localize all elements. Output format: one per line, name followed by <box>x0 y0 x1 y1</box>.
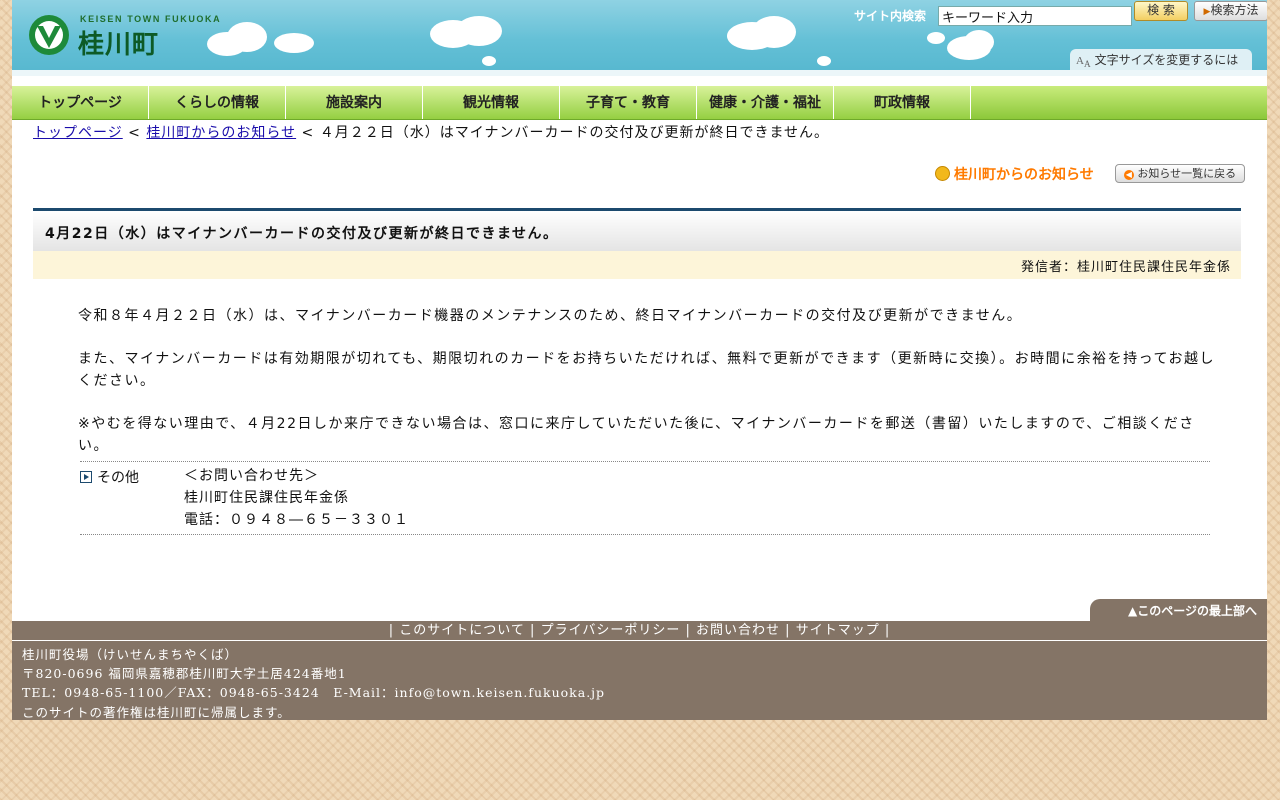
medal-icon <box>935 166 950 181</box>
logo-title[interactable]: 桂川町 <box>78 24 159 61</box>
contact-info-block: その他 ＜お問い合わせ先＞ 桂川町住民課住民年金係 電話：０９４８―６５－３３０… <box>80 461 1210 535</box>
nav-item-tourism[interactable]: 観光情報 <box>423 86 560 119</box>
footer-office-name: 桂川町役場（けいせんまちやくば） <box>22 647 239 662</box>
back-to-list-label: お知らせ一覧に戻る <box>1137 167 1237 180</box>
footer-link-about[interactable]: このサイトについて <box>399 623 525 638</box>
breadcrumb-home-link[interactable]: トップページ <box>33 125 123 141</box>
nav-item-living[interactable]: くらしの情報 <box>149 86 286 119</box>
footer-links: | このサイトについて | プライバシーポリシー | お問い合わせ | サイトマ… <box>12 621 1267 640</box>
nav-item-facilities[interactable]: 施設案内 <box>286 86 423 119</box>
town-logo-icon <box>29 15 69 55</box>
footer-link-sitemap[interactable]: サイトマップ <box>796 623 880 638</box>
info-label: その他 <box>80 467 139 487</box>
search-method-label: 検索方法 <box>1210 3 1259 17</box>
nav-item-health[interactable]: 健康・介護・福祉 <box>697 86 834 119</box>
article-paragraph: 令和８年４月２２日（水）は、マイナンバーカード機器のメンテナンスのため、終日マイ… <box>78 308 1023 324</box>
info-label-text: その他 <box>97 470 139 486</box>
section-title-label: 桂川町からのお知らせ <box>954 167 1094 183</box>
search-input[interactable] <box>938 6 1132 26</box>
breadcrumb-separator: < <box>122 125 147 141</box>
footer-contact: TEL：0948-65-1100／FAX：0948-65-3424 E-Mail… <box>22 685 606 700</box>
article-body: 令和８年４月２２日（水）は、マイナンバーカード機器のメンテナンスのため、終日マイ… <box>78 305 1223 478</box>
breadcrumb-current: ４月２２日（水）はマイナンバーカードの交付及び更新が終日できません。 <box>319 125 830 141</box>
sender-text: 発信者：桂川町住民課住民年金係 <box>1020 260 1231 275</box>
global-nav: トップページ くらしの情報 施設案内 観光情報 子育て・教育 健康・介護・福祉 … <box>12 86 1267 120</box>
cloud-decoration <box>274 33 314 53</box>
search-label: サイト内検索 <box>854 9 927 23</box>
article-paragraph: ※やむを得ない理由で、４月22日しか来庁できない場合は、窓口に来庁していただいた… <box>78 416 1195 454</box>
page-top-button[interactable]: ▲このページの最上部へ <box>1090 599 1267 621</box>
page: KEISEN TOWN FUKUOKA 桂川町 サイト内検索 検 索 ▶検索方法… <box>12 0 1267 720</box>
cloud-decoration <box>227 22 267 52</box>
footer-separator: | <box>785 623 791 638</box>
sender-bar: 発信者：桂川町住民課住民年金係 <box>33 251 1241 279</box>
breadcrumb-separator: < <box>296 125 320 141</box>
cloud-decoration <box>817 56 831 66</box>
article-title: 4月22日（水）はマイナンバーカードの交付及び更新が終日できません。 <box>45 226 559 242</box>
cloud-decoration <box>456 16 502 46</box>
logo-english: KEISEN TOWN FUKUOKA <box>80 14 222 24</box>
footer-separator: | <box>388 623 395 638</box>
cloud-decoration <box>752 16 796 48</box>
contact-line: ＜お問い合わせ先＞ <box>184 468 319 484</box>
footer-separator: | <box>884 623 891 638</box>
footer-address: 〒820-0696 福岡県嘉穂郡桂川町大字土居424番地1 <box>22 666 347 681</box>
article-header: 4月22日（水）はマイナンバーカードの交付及び更新が終日できません。 <box>33 208 1241 252</box>
bullet-arrow-icon <box>80 471 92 483</box>
font-size-link[interactable]: AA 文字サイズを変更するには <box>1070 49 1252 70</box>
search-method-button[interactable]: ▶検索方法 <box>1194 1 1267 21</box>
contact-line: 電話：０９４８―６５－３３０１ <box>184 512 409 528</box>
back-arrow-icon: ◀ <box>1123 170 1134 180</box>
article-paragraph: また、マイナンバーカードは有効期限が切れても、期限切れのカードをお持ちいただけれ… <box>78 351 1216 389</box>
footer-copyright: このサイトの著作権は桂川町に帰属します。 <box>22 705 291 720</box>
footer-separator: | <box>530 623 536 638</box>
header: KEISEN TOWN FUKUOKA 桂川町 サイト内検索 検 索 ▶検索方法… <box>12 0 1267 74</box>
header-strip <box>12 70 1267 76</box>
footer-info: 桂川町役場（けいせんまちやくば） 〒820-0696 福岡県嘉穂郡桂川町大字土居… <box>12 640 1267 720</box>
footer-link-contact[interactable]: お問い合わせ <box>696 623 780 638</box>
contact-details: ＜お問い合わせ先＞ 桂川町住民課住民年金係 電話：０９４８―６５－３３０１ <box>184 465 409 531</box>
search-button[interactable]: 検 索 <box>1134 1 1188 21</box>
footer-link-privacy[interactable]: プライバシーポリシー <box>541 623 681 638</box>
section-title: 桂川町からのお知らせ <box>935 164 1094 184</box>
cloud-decoration <box>482 56 496 66</box>
cloud-decoration <box>964 30 994 54</box>
contact-line: 桂川町住民課住民年金係 <box>184 490 349 506</box>
cloud-decoration <box>927 32 945 44</box>
nav-item-education[interactable]: 子育て・教育 <box>560 86 697 119</box>
nav-item-administration[interactable]: 町政情報 <box>834 86 971 119</box>
footer-separator: | <box>685 623 691 638</box>
font-size-link-label: 文字サイズを変更するには <box>1094 53 1239 67</box>
nav-item-top[interactable]: トップページ <box>12 86 149 119</box>
back-to-list-button[interactable]: ◀ お知らせ一覧に戻る <box>1115 164 1245 183</box>
breadcrumb: トップページ < 桂川町からのお知らせ < ４月２２日（水）はマイナンバーカード… <box>33 122 829 142</box>
breadcrumb-section-link[interactable]: 桂川町からのお知らせ <box>146 125 296 141</box>
